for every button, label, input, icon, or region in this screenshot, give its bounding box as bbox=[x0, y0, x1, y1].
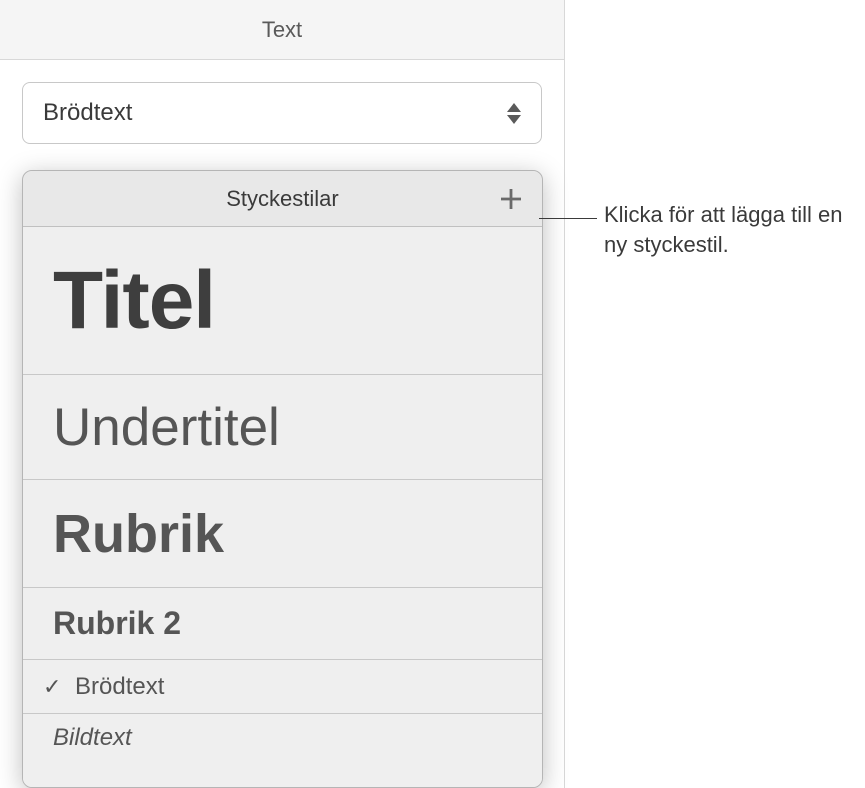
style-item-brodtext[interactable]: ✓ Brödtext bbox=[23, 660, 542, 714]
add-style-button[interactable] bbox=[498, 186, 524, 212]
popover-header: Styckestilar bbox=[23, 171, 542, 227]
style-label: Undertitel bbox=[53, 397, 280, 458]
style-label: Brödtext bbox=[75, 673, 164, 701]
style-label: Rubrik 2 bbox=[53, 605, 181, 642]
style-item-undertitel[interactable]: Undertitel bbox=[23, 375, 542, 480]
popover-title: Styckestilar bbox=[226, 186, 338, 212]
style-item-bildtext[interactable]: Bildtext bbox=[23, 714, 542, 788]
style-label: Bildtext bbox=[53, 724, 132, 752]
style-list: Titel Undertitel Rubrik Rubrik 2 ✓ Brödt… bbox=[23, 227, 542, 788]
updown-arrows-icon bbox=[507, 103, 521, 124]
style-label: Rubrik bbox=[53, 503, 224, 565]
sidebar-header-title: Text bbox=[262, 17, 302, 43]
plus-icon bbox=[499, 187, 523, 211]
style-label: Titel bbox=[53, 254, 215, 348]
paragraph-styles-popover: Styckestilar Titel Undertitel Rubrik Rub… bbox=[22, 170, 543, 788]
sidebar-header: Text bbox=[0, 0, 564, 60]
style-item-titel[interactable]: Titel bbox=[23, 227, 542, 375]
callout-text: Klicka för att lägga till en ny styckest… bbox=[604, 200, 864, 259]
callout: Klicka för att lägga till en ny styckest… bbox=[604, 200, 864, 259]
style-item-rubrik2[interactable]: Rubrik 2 bbox=[23, 588, 542, 660]
checkmark-icon: ✓ bbox=[43, 674, 61, 700]
style-item-rubrik[interactable]: Rubrik bbox=[23, 480, 542, 588]
paragraph-style-dropdown[interactable]: Brödtext bbox=[22, 82, 542, 144]
dropdown-label: Brödtext bbox=[43, 99, 132, 127]
callout-line bbox=[539, 218, 597, 219]
